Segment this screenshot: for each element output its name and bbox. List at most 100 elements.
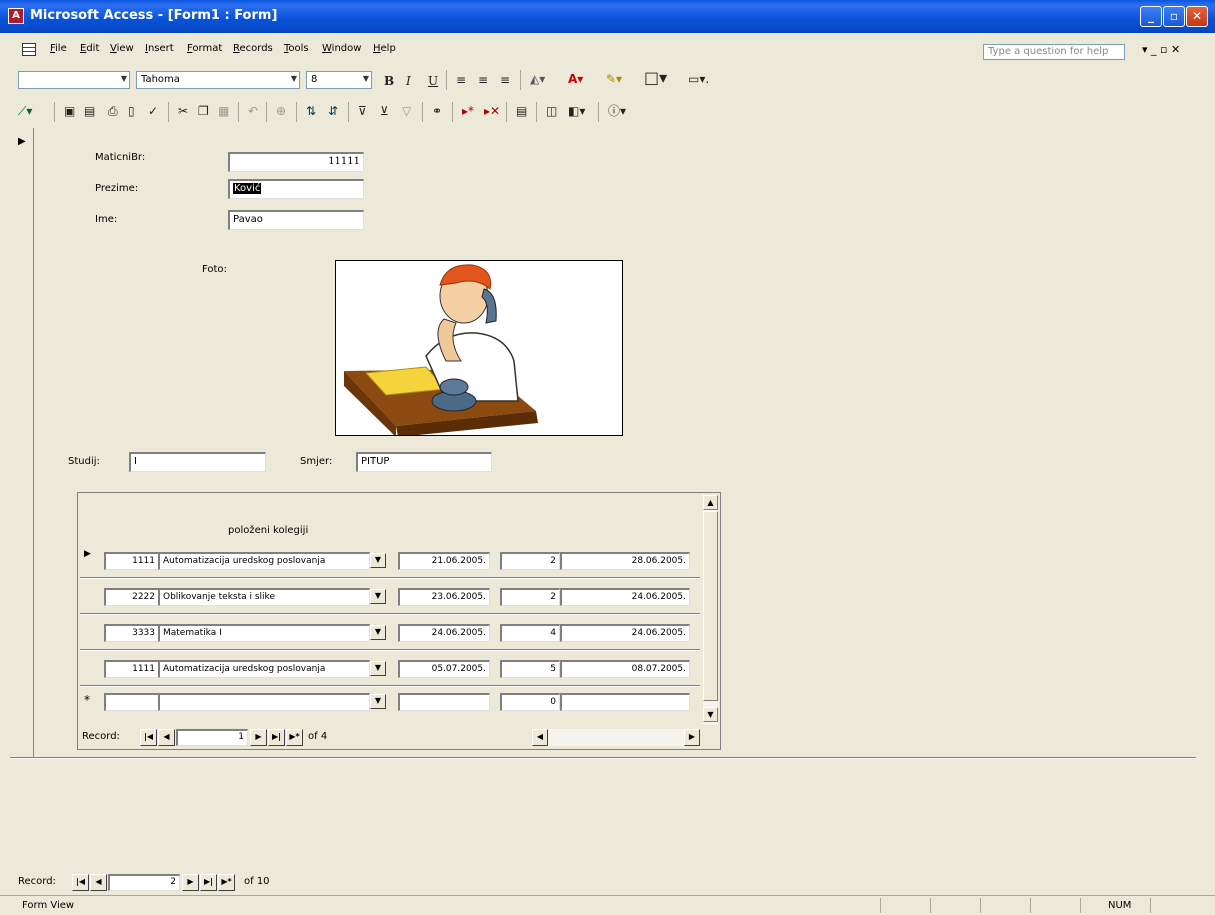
view-icon[interactable]: ⟋▾ [18, 103, 32, 119]
line-width-icon[interactable]: ▭▾. [688, 71, 709, 87]
ime-field[interactable]: Pavao [228, 210, 364, 230]
scroll-right-icon[interactable]: ▶ [684, 729, 700, 746]
code-cell[interactable] [104, 693, 159, 711]
course-dropdown-icon[interactable]: ▼ [370, 553, 386, 568]
filter-by-selection-icon[interactable]: ⊽ [358, 103, 367, 119]
grade-cell[interactable]: 5 [500, 660, 560, 678]
print-preview-icon[interactable]: ▯ [128, 103, 135, 119]
date1-cell[interactable]: 24.06.2005. [398, 624, 490, 642]
code-cell[interactable]: 3333 [104, 624, 159, 642]
row-selector[interactable] [82, 617, 100, 651]
course-cell[interactable]: Automatizacija uredskog poslovanja [158, 552, 370, 570]
database-window-icon[interactable]: ◫ [546, 103, 557, 119]
save-icon[interactable]: ▣ [64, 103, 75, 119]
align-right-icon[interactable]: ≡ [500, 72, 510, 88]
previous-record-icon[interactable]: ◀ [90, 874, 107, 891]
menu-view[interactable]: View [110, 43, 134, 54]
object-combo[interactable]: ▼ [18, 71, 130, 89]
sort-descending-icon[interactable]: ⇵ [328, 103, 338, 119]
horizontal-scroll-track[interactable] [548, 729, 684, 746]
find-icon[interactable]: ⚭ [432, 103, 442, 119]
scroll-thumb[interactable] [703, 511, 718, 701]
record-number-input[interactable]: 1 [176, 729, 248, 746]
menu-window[interactable]: Window [322, 43, 361, 54]
course-cell[interactable]: Oblikovanje teksta i slike [158, 588, 370, 606]
code-cell[interactable]: 2222 [104, 588, 159, 606]
date2-cell[interactable] [560, 693, 690, 711]
current-record-arrow-icon[interactable]: ▶ [82, 545, 100, 579]
first-record-icon[interactable]: |◀ [72, 874, 89, 891]
line-color-icon[interactable]: ✎▾ [606, 71, 622, 87]
next-record-icon[interactable]: ▶ [250, 729, 267, 746]
new-record-asterisk-icon[interactable]: * [82, 689, 100, 723]
date1-cell[interactable] [398, 693, 490, 711]
underline-button[interactable]: U [428, 73, 438, 89]
date2-cell[interactable]: 24.06.2005. [560, 624, 690, 642]
prezime-field[interactable]: Ković [228, 179, 364, 199]
last-record-icon[interactable]: ▶| [268, 729, 285, 746]
file-search-icon[interactable]: ▤ [84, 103, 95, 119]
new-object-icon[interactable]: ◧▾ [568, 103, 585, 119]
new-record-nav-icon[interactable]: ▶* [218, 874, 235, 891]
menu-records[interactable]: Records [233, 43, 273, 54]
font-size-combo[interactable]: 8 ▼ [306, 71, 372, 89]
first-record-icon[interactable]: |◀ [140, 729, 157, 746]
print-icon[interactable]: ⎙ [108, 103, 118, 119]
course-cell[interactable]: Automatizacija uredskog poslovanja [158, 660, 370, 678]
subform-vertical-scrollbar[interactable]: ▲ ▼ [703, 495, 718, 725]
course-dropdown-icon[interactable]: ▼ [370, 625, 386, 640]
code-cell[interactable]: 1111 [104, 660, 159, 678]
grade-cell[interactable]: 2 [500, 552, 560, 570]
close-button[interactable]: ✕ [1186, 6, 1208, 27]
cut-icon[interactable]: ✂ [178, 103, 188, 119]
filter-by-form-icon[interactable]: ⊻ [380, 103, 389, 119]
copy-icon[interactable]: ❐ [198, 103, 209, 119]
course-dropdown-icon[interactable]: ▼ [370, 694, 386, 709]
scroll-up-icon[interactable]: ▲ [703, 495, 718, 510]
border-style-icon[interactable]: □▾ [644, 70, 667, 86]
date2-cell[interactable]: 28.06.2005. [560, 552, 690, 570]
hyperlink-icon[interactable]: ⊕ [276, 103, 286, 119]
grade-cell[interactable]: 2 [500, 588, 560, 606]
row-selector[interactable] [82, 581, 100, 615]
undo-icon[interactable]: ↶ [248, 103, 258, 119]
date1-cell[interactable]: 23.06.2005. [398, 588, 490, 606]
studij-field[interactable]: I [129, 452, 266, 472]
course-cell[interactable]: Matematika I [158, 624, 370, 642]
menu-edit[interactable]: Edit [80, 43, 99, 54]
grade-cell[interactable]: 4 [500, 624, 560, 642]
access-app-icon[interactable]: A [8, 8, 24, 24]
record-number-input[interactable]: 2 [108, 874, 180, 891]
menu-tools[interactable]: Tools [284, 43, 309, 54]
course-dropdown-icon[interactable]: ▼ [370, 589, 386, 604]
form-window-icon[interactable] [22, 43, 36, 56]
paste-icon[interactable]: ▦ [218, 103, 229, 119]
align-left-icon[interactable]: ≡ [456, 72, 466, 88]
italic-button[interactable]: I [406, 73, 411, 89]
photo-frame[interactable] [335, 260, 623, 436]
bold-button[interactable]: B [384, 73, 394, 89]
grade-cell[interactable]: 0 [500, 693, 560, 711]
date2-cell[interactable]: 08.07.2005. [560, 660, 690, 678]
scroll-left-icon[interactable]: ◀ [532, 729, 548, 746]
previous-record-icon[interactable]: ◀ [158, 729, 175, 746]
delete-record-icon[interactable]: ▸✕ [484, 103, 500, 119]
new-record-icon[interactable]: ▸* [462, 103, 474, 119]
minimize-button[interactable]: _ [1140, 6, 1162, 27]
fill-color-icon[interactable]: ◭▾ [530, 71, 545, 87]
smjer-field[interactable]: PITUP [356, 452, 492, 472]
code-cell[interactable]: 1111 [104, 552, 159, 570]
mdi-window-controls[interactable]: ▾ _ ▫ ✕ [1142, 43, 1180, 56]
record-selector-column[interactable]: ▶ [10, 128, 34, 758]
date2-cell[interactable]: 24.06.2005. [560, 588, 690, 606]
menu-help[interactable]: Help [373, 43, 396, 54]
course-dropdown-icon[interactable]: ▼ [370, 661, 386, 676]
maximize-button[interactable]: ▫ [1163, 6, 1185, 27]
apply-filter-icon[interactable]: ▽ [402, 103, 411, 119]
row-selector[interactable] [82, 653, 100, 687]
properties-icon[interactable]: ▤ [516, 103, 527, 119]
maticni-field[interactable]: 11111 [228, 152, 364, 172]
menu-format[interactable]: Format [187, 43, 222, 54]
new-record-nav-icon[interactable]: ▶* [286, 729, 303, 746]
menu-insert[interactable]: Insert [145, 43, 174, 54]
